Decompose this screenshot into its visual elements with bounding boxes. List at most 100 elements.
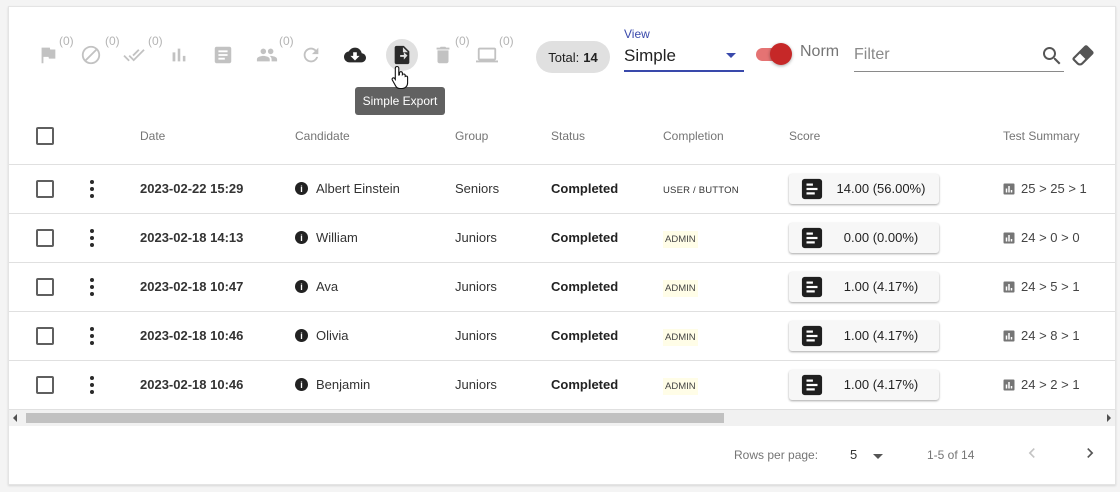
report-icon [801, 374, 823, 395]
row-date: 2023-02-18 10:47 [140, 279, 244, 294]
scrollbar-thumb[interactable] [26, 413, 724, 423]
more-vert-icon[interactable] [90, 326, 94, 345]
column-header-date[interactable]: Date [140, 108, 295, 165]
report-icon[interactable] [211, 43, 235, 67]
bar-chart-icon [1003, 281, 1015, 292]
horizontal-scrollbar[interactable] [9, 410, 1115, 426]
row-candidate[interactable]: Ava [316, 279, 338, 294]
column-header-status[interactable]: Status [551, 108, 663, 165]
table-row[interactable]: 2023-02-18 14:13 i William Juniors Compl… [9, 213, 1115, 263]
flag-icon[interactable] [36, 43, 60, 67]
refresh-icon[interactable] [299, 43, 323, 67]
row-test-summary: 24 > 2 > 1 [1003, 377, 1115, 392]
row-group: Seniors [455, 181, 500, 196]
done-all-count: (0) [148, 34, 163, 48]
row-group: Juniors [455, 230, 497, 245]
more-vert-icon[interactable] [90, 179, 94, 198]
caret-down-icon [726, 53, 736, 58]
row-checkbox[interactable] [36, 277, 54, 296]
info-icon[interactable]: i [295, 182, 308, 195]
row-checkbox[interactable] [36, 375, 54, 394]
row-test-summary: 25 > 25 > 1 [1003, 181, 1115, 196]
table-row[interactable]: 2023-02-18 10:47 i Ava Juniors Completed… [9, 262, 1115, 312]
row-group: Juniors [455, 279, 497, 294]
row-test-summary: 24 > 8 > 1 [1003, 328, 1115, 343]
report-icon [801, 227, 823, 248]
column-header-group[interactable]: Group [455, 108, 551, 165]
table-row[interactable]: 2023-02-22 15:29 i Albert Einstein Senio… [9, 164, 1115, 214]
flag-count: (0) [59, 34, 74, 48]
row-checkbox[interactable] [36, 179, 54, 198]
score-button[interactable]: 0.00 (0.00%) [789, 222, 939, 253]
eraser-icon[interactable] [1070, 42, 1096, 68]
caret-down-icon[interactable] [873, 454, 883, 459]
row-completion: ADMIN [663, 378, 698, 395]
score-button[interactable]: 1.00 (4.17%) [789, 369, 939, 400]
monitor-icon[interactable] [475, 43, 499, 67]
summary-values: 25 > 25 > 1 [1021, 181, 1087, 196]
filter-field [854, 41, 1064, 72]
results-panel: (0) (0) (0) (0) (0) (0) Simple Export To… [8, 6, 1116, 485]
view-label: View [624, 27, 650, 41]
summary-values: 24 > 2 > 1 [1021, 377, 1080, 392]
row-date: 2023-02-22 15:29 [140, 181, 244, 196]
total-value: 14 [583, 49, 598, 65]
more-vert-icon[interactable] [90, 375, 94, 394]
row-completion: ADMIN [663, 329, 698, 346]
column-header-completion[interactable]: Completion [663, 108, 789, 165]
bar-chart-icon [1003, 330, 1015, 341]
row-candidate[interactable]: Albert Einstein [316, 181, 400, 196]
score-button[interactable]: 1.00 (4.17%) [789, 320, 939, 351]
bar-chart-icon [1003, 379, 1015, 390]
more-vert-icon[interactable] [90, 228, 94, 247]
more-vert-icon[interactable] [90, 277, 94, 296]
norm-toggle[interactable] [754, 43, 794, 65]
toggle-thumb [770, 43, 792, 65]
table-row[interactable]: 2023-02-18 10:46 i Benjamin Juniors Comp… [9, 360, 1115, 410]
column-header-score[interactable]: Score [789, 108, 1003, 165]
filter-input[interactable] [854, 41, 1034, 69]
done-all-icon[interactable] [122, 43, 146, 67]
row-score: 0.00 (0.00%) [843, 230, 919, 245]
chevron-right-icon[interactable] [1080, 443, 1100, 463]
info-icon[interactable]: i [295, 231, 308, 244]
delete-count: (0) [455, 34, 470, 48]
column-header-candidate[interactable]: Candidate [295, 108, 455, 165]
total-label: Total: [548, 49, 580, 65]
summary-values: 24 > 0 > 0 [1021, 230, 1080, 245]
row-candidate[interactable]: Benjamin [316, 377, 370, 392]
people-icon[interactable] [255, 43, 279, 67]
row-candidate[interactable]: William [316, 230, 358, 245]
delete-icon[interactable] [431, 43, 455, 67]
score-button[interactable]: 14.00 (56.00%) [789, 173, 939, 204]
results-table: Date Candidate Group Status Completion S… [9, 108, 1115, 427]
view-select[interactable]: Simple [624, 43, 744, 72]
info-icon[interactable]: i [295, 329, 308, 342]
scroll-left-arrow-icon[interactable] [13, 414, 17, 422]
view-select-value: Simple [624, 46, 676, 65]
simple-export-icon[interactable] [390, 43, 414, 67]
norm-label: Norm [800, 43, 840, 60]
chevron-left-icon[interactable] [1022, 443, 1042, 463]
select-all-checkbox[interactable] [36, 126, 54, 145]
row-checkbox[interactable] [36, 228, 54, 247]
rows-per-page-label: Rows per page: [734, 448, 819, 462]
row-candidate[interactable]: Olivia [316, 328, 349, 343]
info-icon[interactable]: i [295, 378, 308, 391]
block-count: (0) [105, 34, 120, 48]
row-date: 2023-02-18 10:46 [140, 377, 244, 392]
bar-chart-icon[interactable] [167, 43, 191, 67]
block-icon[interactable] [79, 43, 103, 67]
scroll-right-arrow-icon[interactable] [1107, 414, 1111, 422]
row-checkbox[interactable] [36, 326, 54, 345]
report-icon [801, 178, 823, 199]
row-test-summary: 24 > 5 > 1 [1003, 279, 1115, 294]
score-button[interactable]: 1.00 (4.17%) [789, 271, 939, 302]
cloud-download-icon[interactable] [343, 43, 367, 67]
search-icon[interactable] [1040, 44, 1064, 68]
info-icon[interactable]: i [295, 280, 308, 293]
row-status: Completed [551, 377, 619, 392]
rows-per-page-select[interactable]: 5 [850, 447, 857, 462]
column-header-test-summary[interactable]: Test Summary [1003, 108, 1115, 165]
table-row[interactable]: 2023-02-18 10:46 i Olivia Juniors Comple… [9, 311, 1115, 361]
